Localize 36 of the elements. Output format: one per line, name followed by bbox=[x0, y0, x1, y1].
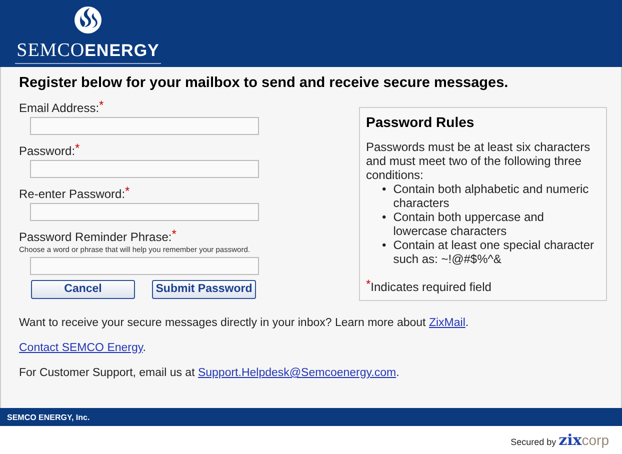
input-field[interactable] bbox=[30, 116, 259, 135]
field-label: Password: bbox=[19, 144, 76, 158]
link[interactable]: Support.Helpdesk@Semcoenergy.com bbox=[198, 367, 396, 380]
field-label: Re-enter Password: bbox=[19, 186, 126, 201]
bullet-mark: • bbox=[382, 210, 386, 226]
footer-bar: SEMCO ENERGY, Inc. bbox=[0, 408, 622, 426]
rules-text: Passwords must be at least six characters and must meet two of the following three conditions: bbox=[366, 140, 592, 182]
rule-item: Contain both alphabetic and numeric characters bbox=[393, 182, 590, 210]
required-mark: * bbox=[125, 184, 130, 198]
field-label: Password Reminder Phrase: bbox=[19, 230, 172, 244]
info-text: Want to receive your secure messages directly in your inbox? Learn more about ZixMail. bbox=[19, 316, 470, 331]
rule-item: Contain at least one special character such as: ~!@#$%^& bbox=[393, 238, 595, 266]
required-mark: * bbox=[99, 98, 104, 112]
link[interactable]: ZixMail bbox=[428, 316, 466, 329]
input-field[interactable] bbox=[30, 202, 259, 221]
logo-text: SEMCOENERGY bbox=[14, 40, 162, 64]
brand-logo-text: zixcorp bbox=[558, 432, 609, 448]
rules-title: Password Rules bbox=[366, 114, 476, 131]
required-mark: * bbox=[172, 226, 176, 241]
required-note: Indicates required field bbox=[370, 280, 492, 294]
page-heading: Register below for your mailbox to send and receive secure messages. bbox=[19, 74, 510, 93]
required-mark: * bbox=[366, 276, 371, 291]
bullet-mark: • bbox=[382, 182, 386, 198]
input-field[interactable] bbox=[30, 160, 259, 178]
submit-button[interactable]: Submit Password bbox=[152, 280, 256, 299]
input-field[interactable] bbox=[30, 256, 259, 275]
flame-logo-icon bbox=[74, 4, 102, 36]
bullet-mark: • bbox=[382, 238, 386, 254]
rule-item: Contain both uppercase and lowercase characters bbox=[393, 210, 545, 238]
info-text: Contact SEMCO Energy. bbox=[19, 340, 147, 356]
cancel-button[interactable]: Cancel bbox=[31, 280, 135, 299]
field-label: Email Address: bbox=[19, 100, 100, 115]
secured-label: Secured by bbox=[510, 437, 558, 447]
info-text: For Customer Support, email us at Support.Helpdesk@Semcoenergy.com. bbox=[19, 366, 400, 382]
required-mark: * bbox=[75, 140, 80, 155]
link[interactable]: Contact SEMCO Energy bbox=[19, 342, 143, 354]
